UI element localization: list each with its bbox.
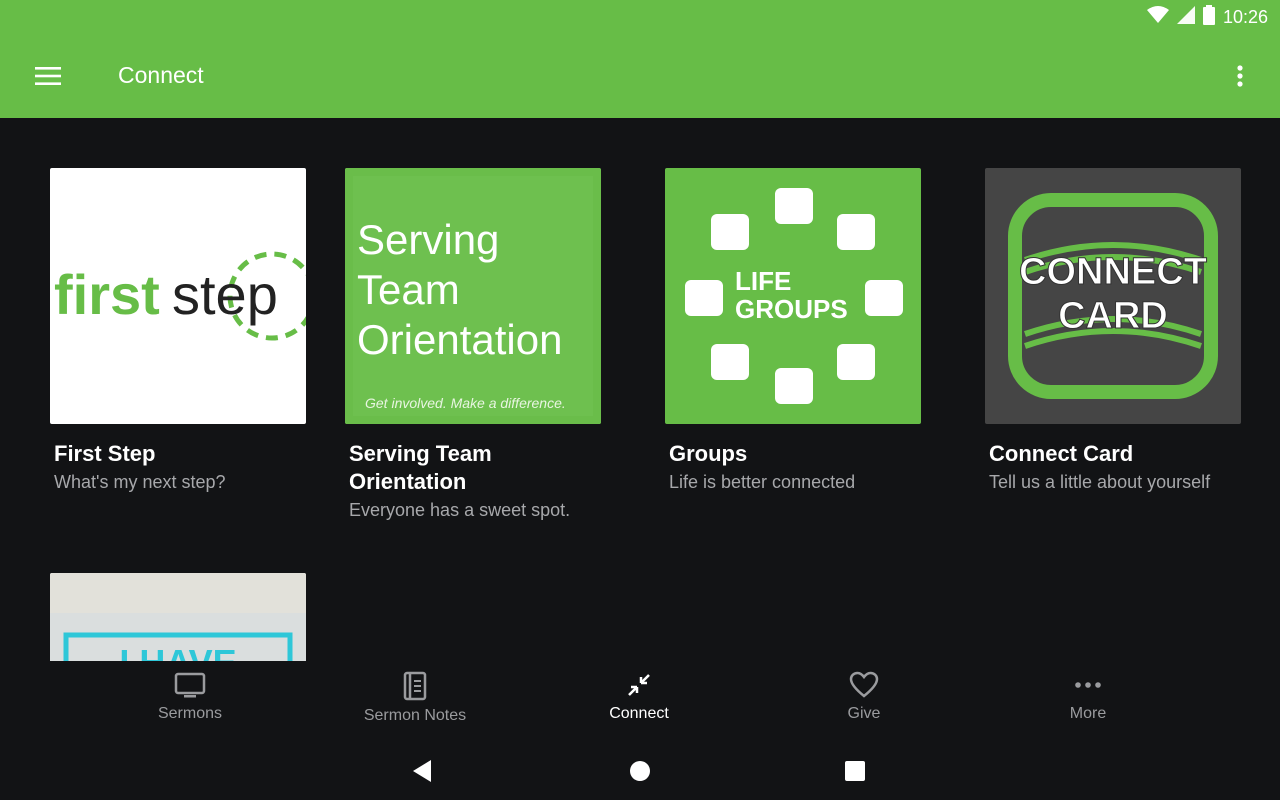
nav-label: Sermons (157, 705, 223, 722)
heart-icon (849, 671, 879, 698)
content-grid: first step First Step What's my next ste… (0, 118, 1280, 661)
card-subtitle: Tell us a little about yourself (989, 472, 1211, 492)
serving-line-1: Serving (357, 216, 499, 263)
groups-image: LIFE GROUPS (665, 168, 921, 424)
more-vert-icon (1237, 65, 1243, 87)
back-button[interactable] (402, 755, 442, 787)
card-subtitle: Everyone has a sweet spot. (349, 500, 571, 520)
overflow-menu-button[interactable] (1222, 56, 1258, 96)
menu-button[interactable] (28, 56, 68, 96)
card-groups[interactable]: LIFE GROUPS Groups Life is better connec… (665, 168, 923, 496)
groups-line-1: LIFE (735, 266, 791, 296)
nav-give[interactable]: Give (774, 671, 954, 723)
first-step-logo-b: step (172, 263, 278, 326)
back-triangle-icon (413, 760, 431, 782)
serving-line-3: Orientation (357, 316, 562, 363)
battery-icon (1202, 5, 1215, 30)
nav-sermon-notes[interactable]: Sermon Notes (325, 671, 505, 725)
serving-tagline: Get involved. Make a difference. (365, 395, 566, 411)
signal-icon (1176, 6, 1195, 29)
home-button[interactable] (620, 755, 660, 787)
tv-icon (174, 672, 206, 698)
notes-icon (403, 671, 427, 701)
connect-card-line-2: CARD (1058, 295, 1168, 337)
card-title: Serving Team Orientation (349, 441, 492, 494)
nav-sermons[interactable]: Sermons (100, 671, 280, 723)
system-navigation-bar (0, 741, 1280, 800)
bottom-navigation: Sermons Sermon Notes Connect Give More (0, 661, 1280, 741)
serving-line-2: Team (357, 266, 460, 313)
more-icon (1075, 682, 1101, 688)
status-time: 10:26 (1222, 7, 1268, 27)
wifi-icon (1146, 6, 1169, 29)
serving-team-image: Serving Team Orientation Get involved. M… (345, 168, 601, 424)
partial-card-text: I HAVE (119, 642, 236, 661)
home-circle-icon (630, 761, 650, 781)
groups-line-2: GROUPS (735, 294, 848, 324)
connect-card-image: CONNECT CARD (985, 168, 1241, 424)
card-first-step[interactable]: first step First Step What's my next ste… (50, 168, 308, 496)
card-connect-card[interactable]: CONNECT CARD Connect Card Tell us a litt… (985, 168, 1243, 496)
page-title: Connect (118, 62, 204, 88)
connect-icon (628, 674, 650, 696)
first-step-image: first step (50, 168, 306, 424)
hamburger-icon (35, 67, 61, 85)
connect-card-line-1: CONNECT (1019, 251, 1207, 293)
nav-label: Sermon Notes (363, 707, 467, 724)
card-title: Connect Card (989, 441, 1134, 466)
nav-label: Give (847, 705, 881, 722)
nav-more[interactable]: More (998, 671, 1178, 723)
recents-button[interactable] (835, 755, 875, 787)
nav-connect[interactable]: Connect (549, 671, 729, 723)
card-serving-team[interactable]: Serving Team Orientation Get involved. M… (345, 168, 603, 524)
app-bar: Connect (0, 34, 1280, 118)
status-bar: 10:26 (0, 0, 1280, 34)
card-title: First Step (54, 441, 156, 466)
nav-label: Connect (609, 705, 669, 722)
card-subtitle: Life is better connected (669, 472, 856, 492)
card-title: Groups (669, 441, 748, 466)
recents-square-icon (845, 761, 865, 781)
nav-label: More (1069, 705, 1107, 722)
first-step-logo-a: first (54, 263, 160, 326)
card-partial[interactable]: I HAVE (50, 573, 308, 661)
card-subtitle: What's my next step? (54, 472, 226, 492)
partial-card-image: I HAVE (50, 573, 306, 661)
